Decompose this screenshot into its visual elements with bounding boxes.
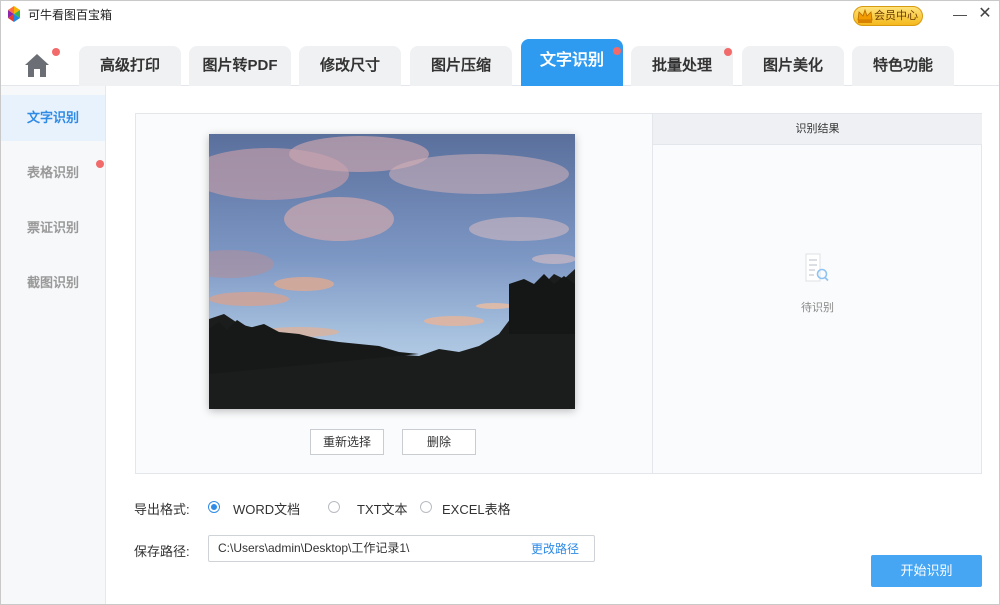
recognition-panel: 重新选择 删除 识别结果 待识别: [135, 113, 982, 474]
radio-txt-label[interactable]: TXT文本: [357, 499, 408, 518]
app-window: 可牛看图百宝箱 会员中心 — ✕ 高级打印 图片转PDF 修改尺寸 图片压缩 文…: [0, 0, 1000, 605]
save-path-label: 保存路径:: [134, 544, 190, 559]
sidebar-table-dot: [96, 160, 104, 168]
tab-beautify[interactable]: 图片美化: [742, 46, 844, 86]
sidebar-item-screenshot-recognition[interactable]: 截图识别: [1, 260, 105, 306]
tab-image-to-pdf[interactable]: 图片转PDF: [189, 46, 291, 86]
radio-word-label[interactable]: WORD文档: [233, 499, 300, 518]
radio-word[interactable]: [208, 501, 220, 513]
title-bar: 可牛看图百宝箱 会员中心 — ✕: [1, 1, 999, 31]
result-header: 识别结果: [653, 114, 982, 145]
sidebar-item-table-recognition[interactable]: 表格识别: [1, 150, 105, 196]
app-logo-icon: [8, 6, 20, 22]
preview-image: [209, 134, 575, 409]
tab-resize[interactable]: 修改尺寸: [299, 46, 401, 86]
vip-center-button[interactable]: 会员中心: [853, 6, 923, 26]
tab-bar: 高级打印 图片转PDF 修改尺寸 图片压缩 文字识别 批量处理 图片美化 特色功…: [1, 31, 999, 86]
result-area: 识别结果 待识别: [652, 114, 982, 473]
pending-status: 待识别: [801, 302, 834, 314]
delete-button[interactable]: 删除: [402, 429, 476, 455]
tab-batch[interactable]: 批量处理: [631, 46, 733, 86]
document-search-icon: [805, 253, 829, 282]
tab-text-recognition[interactable]: 文字识别: [521, 39, 623, 86]
tab-features[interactable]: 特色功能: [852, 46, 954, 86]
tab-batch-dot: [724, 48, 732, 56]
start-recognition-button[interactable]: 开始识别: [871, 555, 982, 587]
tab-text-recognition-dot: [613, 47, 621, 55]
radio-excel-label[interactable]: EXCEL表格: [442, 499, 511, 518]
vip-center-label: 会员中心: [874, 10, 918, 22]
export-format-label: 导出格式:: [134, 502, 190, 517]
home-notification-dot: [52, 48, 60, 56]
radio-excel[interactable]: [420, 501, 432, 513]
minimize-button[interactable]: —: [947, 3, 973, 27]
image-preview-area: 重新选择 删除: [136, 114, 652, 473]
tab-advanced-print[interactable]: 高级打印: [79, 46, 181, 86]
sidebar: 文字识别 表格识别 票证识别 截图识别: [1, 86, 106, 604]
vip-crown-icon: [857, 8, 873, 23]
tab-compress[interactable]: 图片压缩: [410, 46, 512, 86]
sidebar-item-text-recognition[interactable]: 文字识别: [1, 95, 105, 141]
app-title: 可牛看图百宝箱: [28, 8, 113, 22]
home-icon[interactable]: [19, 51, 55, 81]
change-path-link[interactable]: 更改路径: [531, 540, 579, 557]
sidebar-item-ticket-recognition[interactable]: 票证识别: [1, 205, 105, 251]
reselect-button[interactable]: 重新选择: [310, 429, 384, 455]
close-button[interactable]: ✕: [972, 3, 998, 27]
radio-txt[interactable]: [328, 501, 340, 513]
